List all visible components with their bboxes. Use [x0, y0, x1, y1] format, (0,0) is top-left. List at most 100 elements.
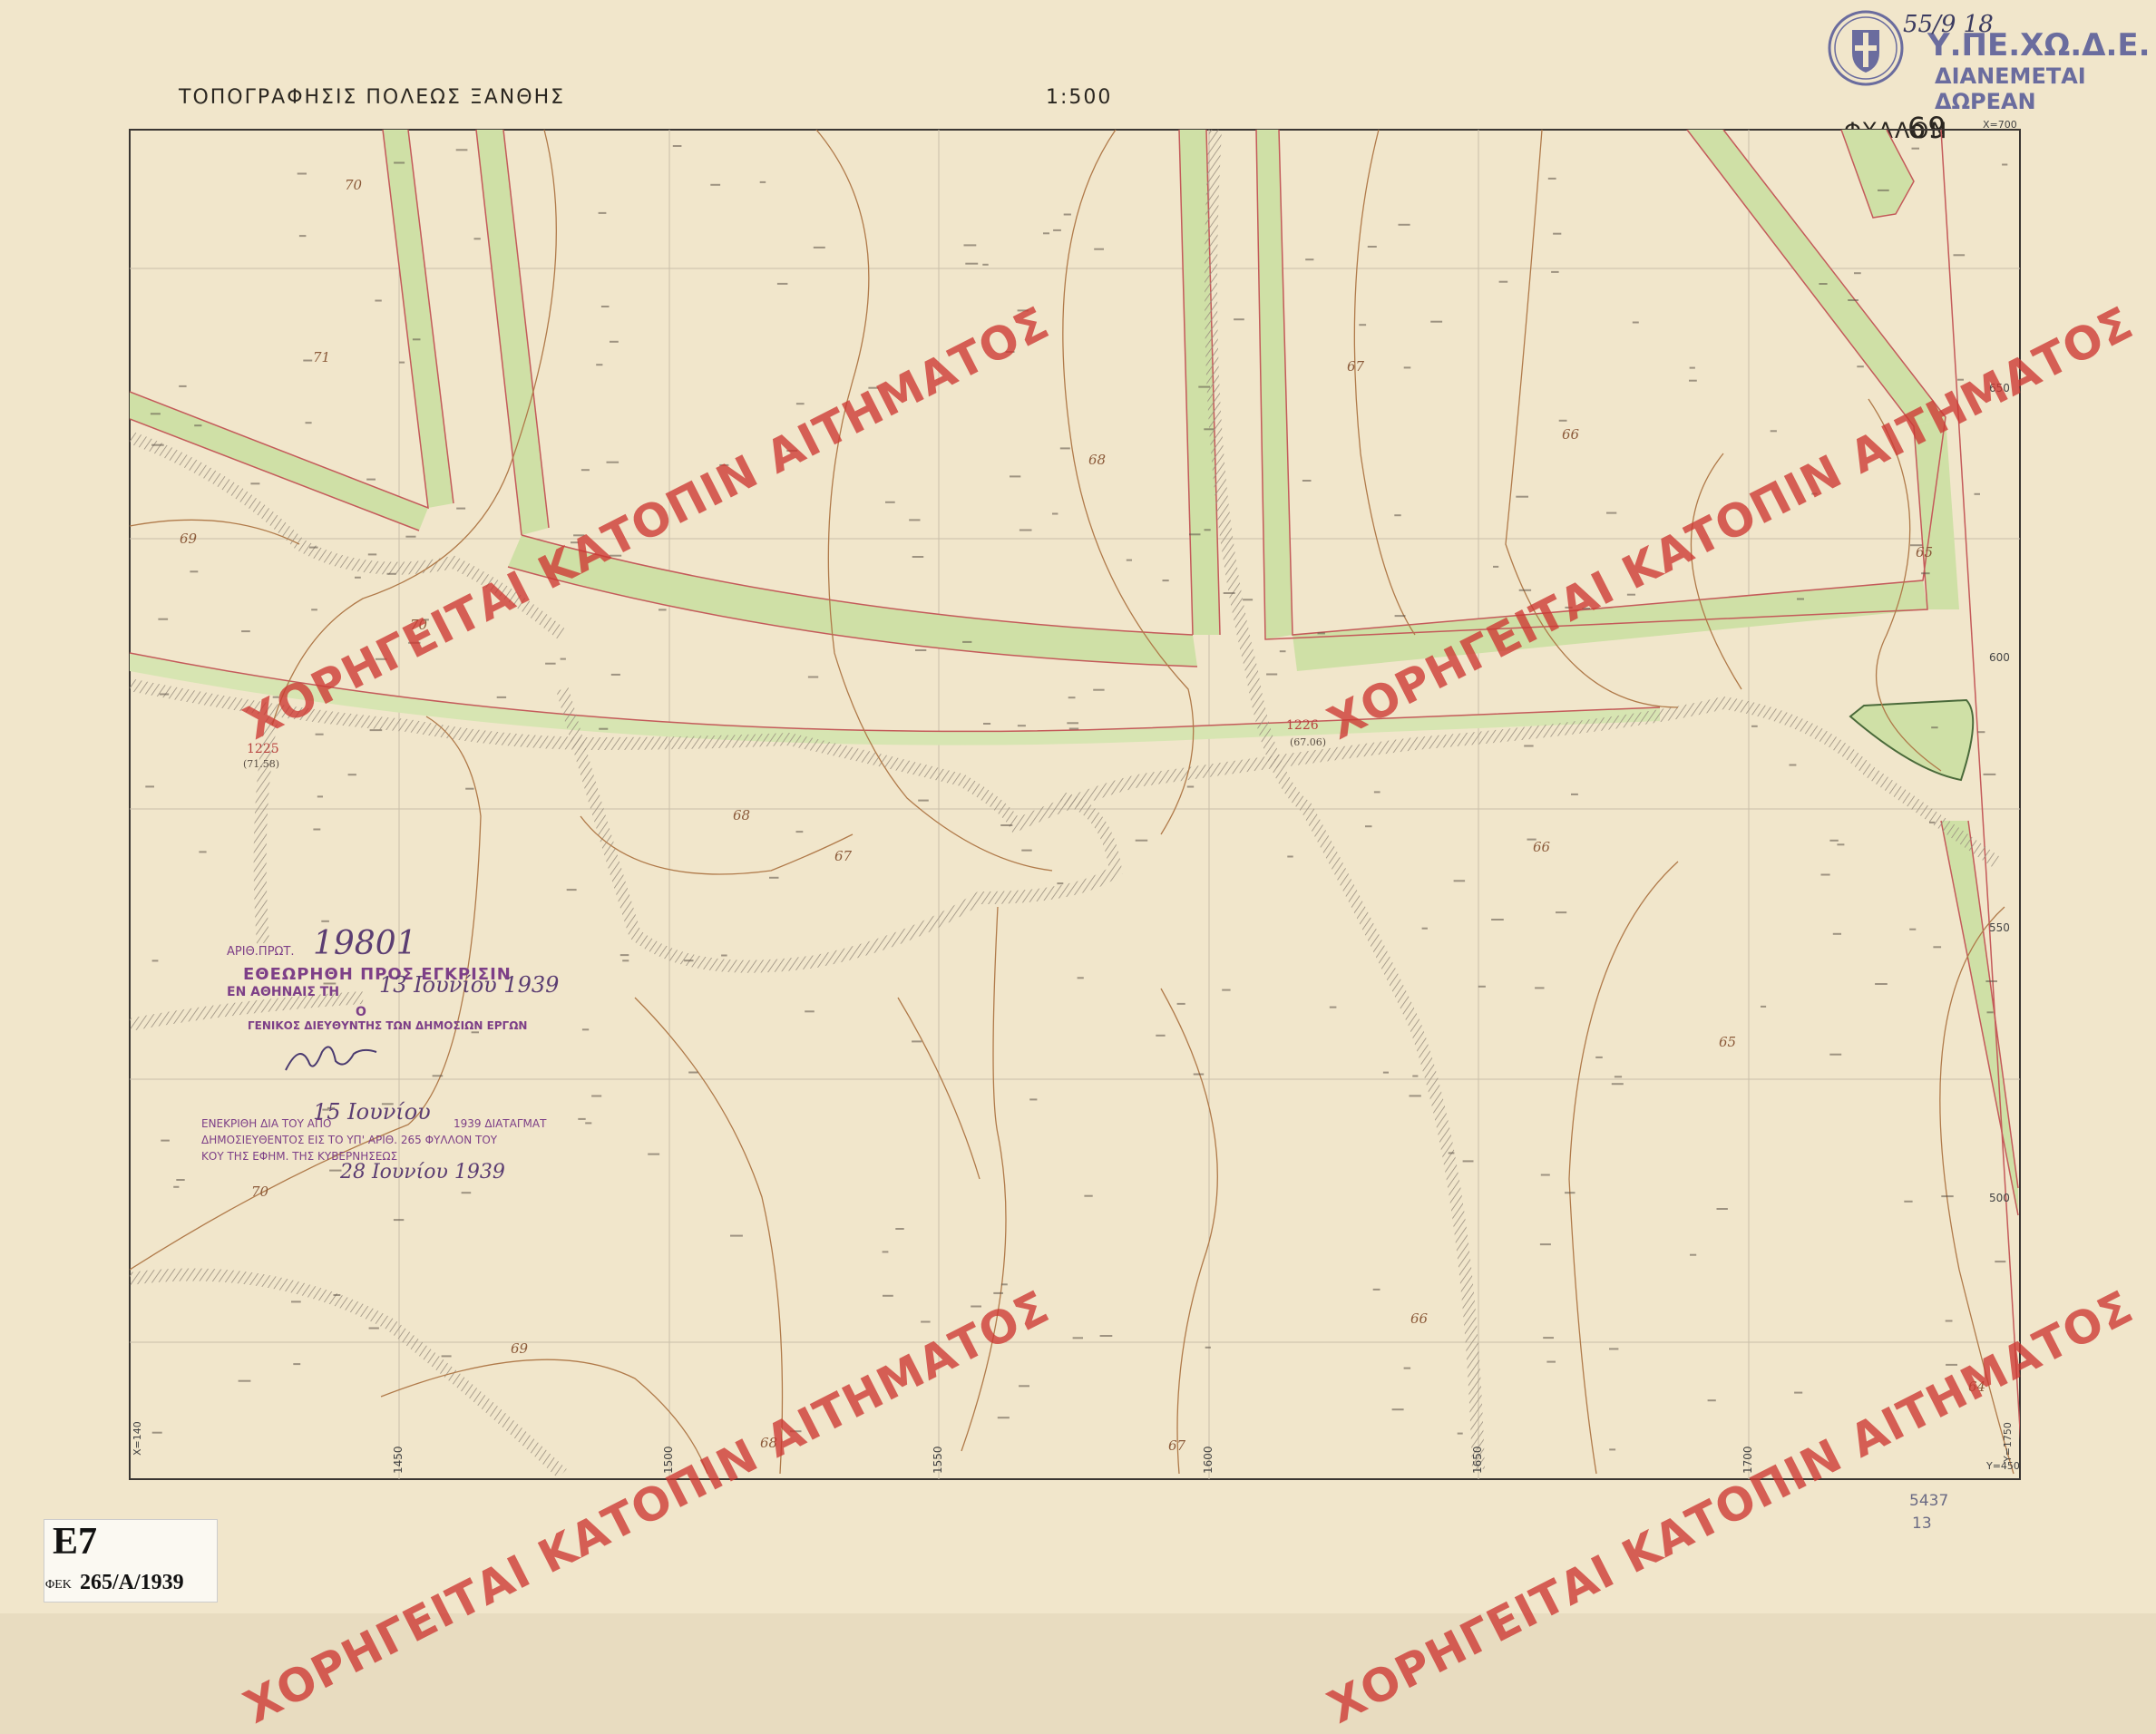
spot-height-mark [795, 403, 805, 405]
spot-height-mark [1126, 559, 1132, 561]
decree-line2: ΔΗΜΟΣΙΕΥΘΕΝΤΟΣ ΕΙΣ ΤΟ ΥΠ' ΑΡΙΘ. 265 ΦΥΛΛ… [201, 1134, 498, 1146]
spot-height-mark [1462, 1160, 1474, 1163]
spot-height-mark [1099, 1335, 1113, 1337]
spot-height-mark [1819, 283, 1828, 285]
spot-height-mark [1287, 855, 1293, 858]
spot-height-mark [912, 1040, 922, 1043]
spot-height-mark [883, 1294, 893, 1297]
spot-height-mark [648, 1153, 660, 1155]
spot-height-mark [1019, 1385, 1029, 1388]
spot-height-mark [1409, 1095, 1421, 1097]
spot-height-mark [560, 658, 566, 660]
spot-height-mark [1063, 213, 1071, 216]
spot-height-mark [1329, 1006, 1337, 1008]
gazette-code: E7 [53, 1521, 98, 1563]
spot-height-mark [333, 1294, 341, 1296]
spot-height-mark [1543, 1337, 1554, 1339]
spot-height-mark [672, 145, 682, 147]
spot-height-mark [1551, 270, 1559, 273]
spot-height-mark [963, 244, 977, 247]
contour-label: 65 [1916, 544, 1934, 560]
spot-height-mark [1156, 1034, 1166, 1037]
spot-height-mark [912, 556, 924, 558]
spot-height-mark [1614, 1076, 1623, 1078]
contour-label: 66 [1562, 426, 1580, 443]
spot-height-mark [1595, 1056, 1603, 1058]
spot-height-mark [309, 546, 318, 549]
spot-height-mark [596, 364, 603, 366]
spot-height-mark [585, 1122, 592, 1125]
spot-height-mark [375, 299, 382, 302]
spot-height-mark [461, 1192, 472, 1194]
spot-height-mark [1611, 1083, 1624, 1086]
spot-height-mark [1794, 1391, 1803, 1394]
spot-height-mark [1571, 793, 1578, 795]
spot-height-mark [599, 727, 609, 730]
spot-height-mark [432, 1075, 444, 1077]
spot-height-mark [1797, 598, 1804, 600]
spot-height-mark [158, 618, 169, 620]
spot-height-mark [176, 1179, 185, 1181]
spot-height-mark [317, 795, 323, 798]
spot-height-mark [1198, 385, 1210, 388]
spot-height-mark [496, 696, 507, 698]
spot-height-mark [578, 1117, 586, 1120]
grid-label-bottom: Y=1750 [2002, 1422, 2014, 1462]
decree-line1-suffix: 1939 ΔΙΑΤΑΓΜΑΤ [454, 1117, 547, 1130]
spot-height-mark [1929, 821, 1936, 823]
spot-height-mark [1751, 725, 1758, 727]
spot-height-mark [161, 1139, 170, 1142]
spot-height-mark [1453, 880, 1466, 882]
spot-height-mark [1394, 615, 1406, 618]
spot-height-mark [982, 263, 989, 266]
spot-height-mark [1457, 1432, 1463, 1435]
spot-height-mark [610, 340, 619, 343]
spot-height-mark [885, 501, 895, 503]
spot-height-mark [1540, 1174, 1550, 1176]
spot-height-mark [1556, 911, 1567, 914]
spot-height-mark [1546, 1360, 1556, 1363]
spot-height-mark [313, 828, 321, 831]
spot-height-mark [622, 960, 629, 962]
spot-height-mark [993, 1291, 1003, 1294]
spot-height-mark [1977, 731, 1985, 734]
stamp-number: 19801 [313, 925, 417, 962]
spot-height-mark [1067, 722, 1078, 725]
survey-mark-2-elevation: (67.06) [1290, 736, 1327, 748]
spot-height-mark [1606, 511, 1617, 514]
spot-height-mark [1057, 882, 1064, 885]
spot-height-mark [1985, 980, 1997, 982]
spot-height-mark [1516, 495, 1528, 498]
spot-height-mark [1518, 589, 1532, 591]
spot-height-mark [1043, 232, 1049, 235]
spot-height-mark [1565, 1192, 1576, 1194]
spot-height-mark [1266, 673, 1278, 676]
grid-label-right: 600 [1989, 651, 2010, 664]
spot-height-mark [965, 262, 979, 265]
spot-height-mark [1359, 324, 1367, 326]
spot-height-mark [1367, 246, 1377, 248]
contour-label: 69 [511, 1340, 529, 1357]
spot-height-mark [1478, 985, 1486, 988]
spot-height-mark [1084, 1194, 1093, 1197]
stamp-line3: Ο [356, 1005, 366, 1019]
spot-height-mark [473, 238, 481, 240]
spot-height-mark [250, 482, 260, 485]
spot-height-mark [1403, 366, 1411, 369]
spot-height-mark [776, 282, 788, 285]
spot-height-mark [298, 235, 307, 238]
spot-height-mark [895, 1228, 904, 1230]
spot-height-mark [921, 1320, 931, 1323]
spot-height-mark [297, 172, 307, 175]
spot-height-mark [1553, 232, 1562, 235]
spot-height-mark [1909, 928, 1917, 930]
spot-height-mark [1690, 1253, 1697, 1256]
contour-label: 69 [180, 531, 198, 547]
spot-height-mark [441, 1355, 452, 1358]
spot-height-mark [1609, 1348, 1619, 1350]
spot-height-mark [465, 787, 474, 790]
spot-height-mark [1931, 726, 1938, 729]
spot-height-mark [1986, 1011, 1994, 1014]
spot-height-mark [405, 535, 416, 538]
spot-height-mark [151, 960, 159, 962]
